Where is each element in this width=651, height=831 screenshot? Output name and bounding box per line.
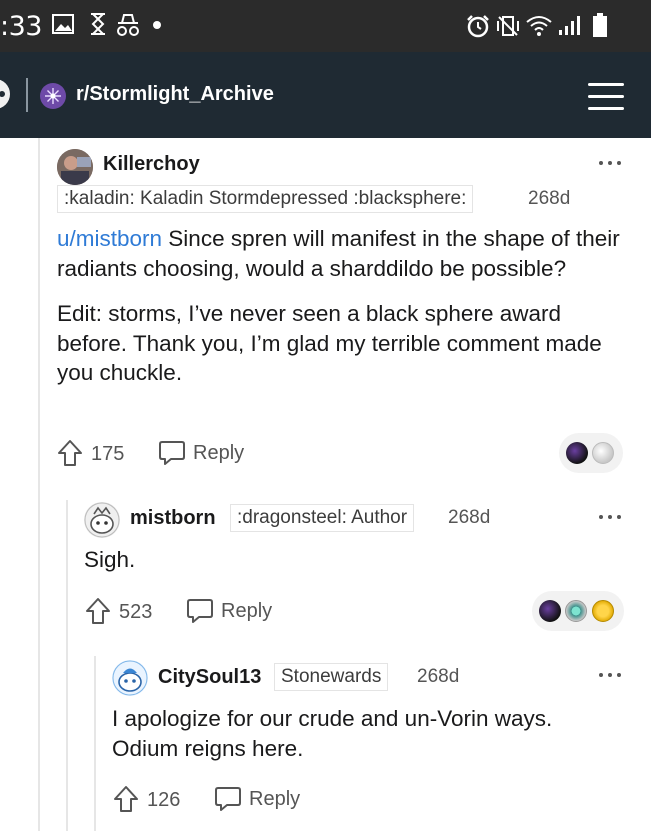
upvote-icon[interactable]	[85, 597, 111, 625]
comment-username[interactable]: mistborn	[130, 507, 216, 530]
subreddit-name[interactable]: r/Stormlight_Archive	[76, 83, 274, 106]
dot-icon	[153, 21, 161, 29]
comment-body: Sigh.	[84, 547, 136, 572]
comment-username[interactable]: CitySoul13	[158, 666, 261, 689]
comment-age: 268d	[528, 188, 571, 209]
black-sphere-award-icon	[566, 442, 588, 464]
vibrate-icon	[497, 16, 519, 36]
thread-line-depth2[interactable]	[66, 500, 68, 831]
wifi-icon	[526, 16, 552, 36]
more-options-icon[interactable]	[598, 513, 624, 521]
battery-icon	[593, 13, 607, 37]
image-icon	[52, 14, 74, 34]
signal-icon	[559, 16, 580, 35]
reply-button[interactable]: Reply	[193, 442, 244, 465]
more-options-icon[interactable]	[598, 671, 624, 679]
gold-award-icon	[592, 600, 614, 622]
subreddit-icon[interactable]	[40, 83, 66, 109]
user-flair: Stonewards	[274, 663, 389, 691]
comment-age: 268d	[417, 666, 460, 687]
awards-pill[interactable]	[559, 433, 623, 473]
silver-award-icon	[592, 442, 614, 464]
avatar[interactable]	[57, 149, 93, 185]
vote-count: 175	[91, 443, 125, 465]
comment-body: I apologize for our crude and un-Vorin w…	[112, 706, 553, 761]
user-flair: :kaladin: Kaladin Stormdepressed :blacks…	[57, 185, 474, 213]
status-time: :33	[0, 11, 42, 42]
comment-age: 268d	[448, 507, 491, 528]
reply-icon[interactable]	[158, 439, 186, 467]
comment-paragraph: u/mistborn Since spren will manifest in …	[57, 224, 637, 283]
thread-line-depth1[interactable]	[38, 138, 40, 831]
upvote-icon[interactable]	[113, 785, 139, 813]
header-divider	[26, 78, 28, 112]
user-mention-link[interactable]: u/mistborn	[57, 226, 162, 251]
status-bar: :33	[0, 0, 651, 52]
incognito-icon	[117, 14, 139, 36]
avatar[interactable]	[84, 502, 120, 538]
hamburger-menu-icon[interactable]	[588, 79, 624, 113]
vote-count: 523	[119, 601, 153, 623]
thread-line-depth3[interactable]	[94, 656, 96, 831]
reply-icon[interactable]	[214, 785, 242, 813]
reply-button[interactable]: Reply	[249, 788, 300, 811]
user-flair: :dragonsteel: Author	[230, 504, 415, 532]
app-header: r/Stormlight_Archive	[0, 52, 651, 138]
reply-icon[interactable]	[186, 597, 214, 625]
back-button[interactable]	[0, 79, 10, 109]
reply-button[interactable]: Reply	[221, 600, 272, 623]
more-options-icon[interactable]	[598, 159, 624, 167]
vote-count: 126	[147, 789, 181, 811]
comment-username[interactable]: Killerchoy	[103, 153, 200, 176]
helpful-award-icon	[565, 600, 587, 622]
awards-pill[interactable]	[532, 591, 624, 631]
comment-body: u/mistborn Since spren will manifest in …	[57, 224, 637, 388]
alarm-icon	[467, 15, 489, 38]
upvote-icon[interactable]	[57, 439, 83, 467]
comment-paragraph: Edit: storms, I’ve never seen a black sp…	[57, 301, 602, 385]
hourglass-icon	[91, 13, 105, 35]
avatar[interactable]	[112, 660, 148, 696]
black-sphere-award-icon	[539, 600, 561, 622]
